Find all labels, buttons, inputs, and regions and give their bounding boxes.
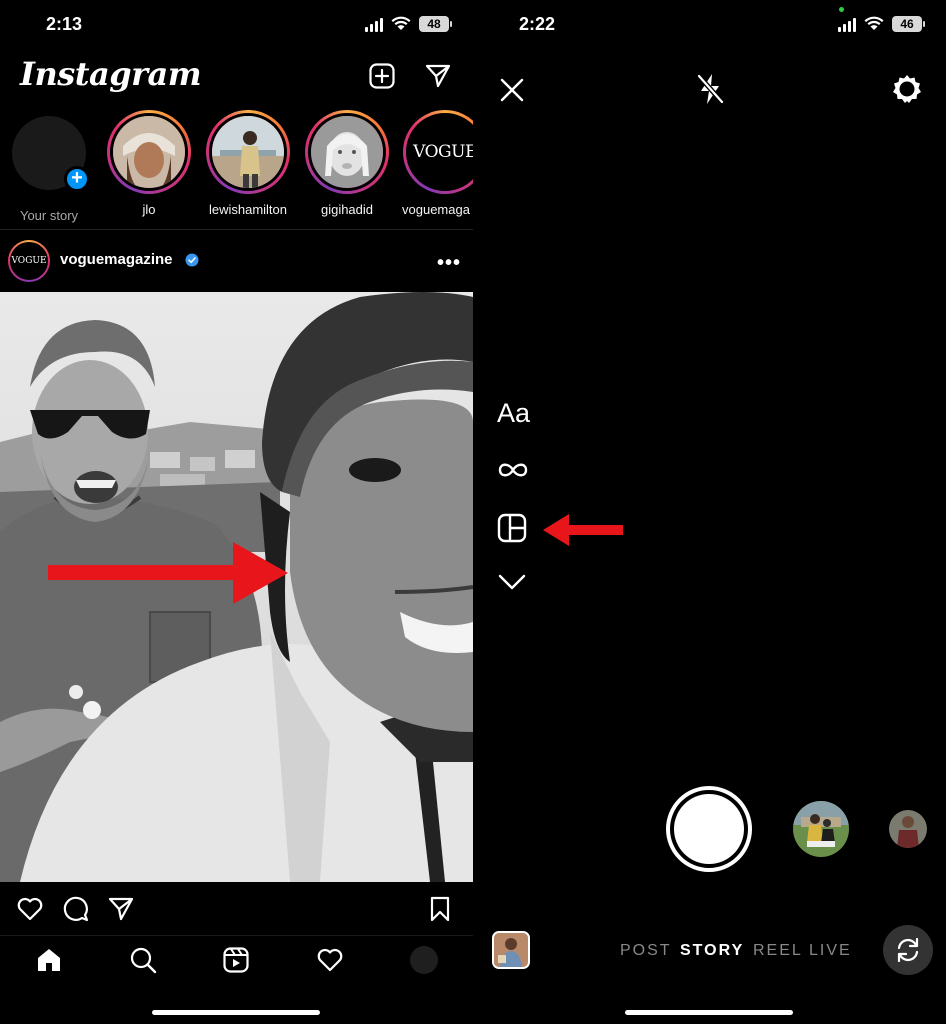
story-label: Your story xyxy=(19,208,79,223)
vogue-logo-text: VOGUE xyxy=(413,142,473,162)
avatar xyxy=(308,113,386,191)
story-jlo[interactable]: jlo xyxy=(104,110,194,217)
cellular-signal-icon xyxy=(365,18,383,32)
avatar xyxy=(110,113,188,191)
story-camera-screen: 2:22 46 Aa POST STORY REEL LIVE xyxy=(473,0,946,1024)
status-bar: 2:13 48 xyxy=(0,0,473,50)
new-post-icon[interactable] xyxy=(368,62,396,90)
settings-gear-icon[interactable] xyxy=(891,73,923,105)
effect-thumbnail[interactable] xyxy=(889,810,927,848)
stories-tray: + Your story jlo lewishamilton gigihadid… xyxy=(0,110,473,225)
divider xyxy=(0,229,473,230)
mode-live[interactable]: LIVE xyxy=(809,942,852,960)
effect-thumbnail[interactable] xyxy=(793,801,849,857)
flash-off-icon[interactable] xyxy=(695,72,725,106)
story-label: voguemaga xyxy=(402,202,470,217)
wifi-icon xyxy=(391,16,411,30)
text-create-tool[interactable]: Aa xyxy=(497,398,530,429)
reels-icon[interactable] xyxy=(222,946,250,974)
flip-camera-icon xyxy=(897,937,919,963)
add-story-plus-icon[interactable]: + xyxy=(64,166,90,192)
camera-mode-selector: POST STORY REEL LIVE xyxy=(473,942,946,962)
story-label: jlo xyxy=(142,202,156,217)
annotation-arrow-right xyxy=(48,542,288,604)
story-voguemagazine[interactable]: VOGUE voguemaga xyxy=(400,110,473,217)
flip-camera-button[interactable] xyxy=(883,925,933,975)
search-icon[interactable] xyxy=(129,946,157,974)
story-label: lewishamilton xyxy=(208,202,288,217)
status-time: 2:22 xyxy=(519,14,556,34)
share-icon[interactable] xyxy=(107,895,135,923)
battery-indicator: 48 xyxy=(419,16,452,32)
activity-heart-icon[interactable] xyxy=(316,946,344,974)
post-author-avatar[interactable]: VOGUE xyxy=(8,240,50,282)
capture-shutter-button[interactable] xyxy=(666,786,752,872)
avatar xyxy=(209,113,287,191)
post-header: VOGUE voguemagazine ••• xyxy=(0,238,473,284)
mode-reel[interactable]: REEL xyxy=(753,942,803,960)
mode-post[interactable]: POST xyxy=(620,942,672,960)
wifi-icon xyxy=(864,16,884,30)
verified-badge-icon xyxy=(185,253,199,267)
like-heart-icon[interactable] xyxy=(16,895,44,923)
post-actions xyxy=(0,895,473,925)
story-your-story[interactable]: + Your story xyxy=(4,110,94,223)
save-bookmark-icon[interactable] xyxy=(426,895,454,923)
battery-indicator: 46 xyxy=(892,16,925,32)
camera-in-use-dot-icon xyxy=(839,7,844,12)
cellular-signal-icon xyxy=(838,18,856,32)
mode-story[interactable]: STORY xyxy=(680,942,744,960)
story-lewishamilton[interactable]: lewishamilton xyxy=(203,110,293,217)
home-indicator xyxy=(152,1010,320,1015)
bottom-tab-bar xyxy=(0,935,473,985)
home-indicator xyxy=(625,1010,793,1015)
story-gigihadid[interactable]: gigihadid xyxy=(302,110,392,217)
chevron-down-icon[interactable] xyxy=(497,572,527,592)
avatar: VOGUE xyxy=(406,113,473,191)
post-photo[interactable] xyxy=(0,292,473,882)
post-options-button[interactable]: ••• xyxy=(437,252,461,275)
story-label: gigihadid xyxy=(320,202,374,217)
layout-grid-icon[interactable] xyxy=(497,513,527,543)
close-icon[interactable] xyxy=(499,77,525,103)
boomerang-infinity-icon[interactable] xyxy=(497,459,529,481)
your-story-avatar: + xyxy=(12,116,90,192)
profile-avatar-tab[interactable] xyxy=(410,946,438,974)
instagram-feed-screen: 2:13 48 Instagram + Your story jlo lewis… xyxy=(0,0,473,1024)
direct-message-icon[interactable] xyxy=(424,62,452,90)
annotation-arrow-left xyxy=(543,514,623,546)
post-username[interactable]: voguemagazine xyxy=(60,251,173,268)
status-time: 2:13 xyxy=(46,14,83,34)
home-icon[interactable] xyxy=(35,946,63,974)
instagram-logo[interactable]: Instagram xyxy=(20,55,202,93)
comment-icon[interactable] xyxy=(62,895,90,923)
status-bar: 2:22 46 xyxy=(473,0,946,50)
